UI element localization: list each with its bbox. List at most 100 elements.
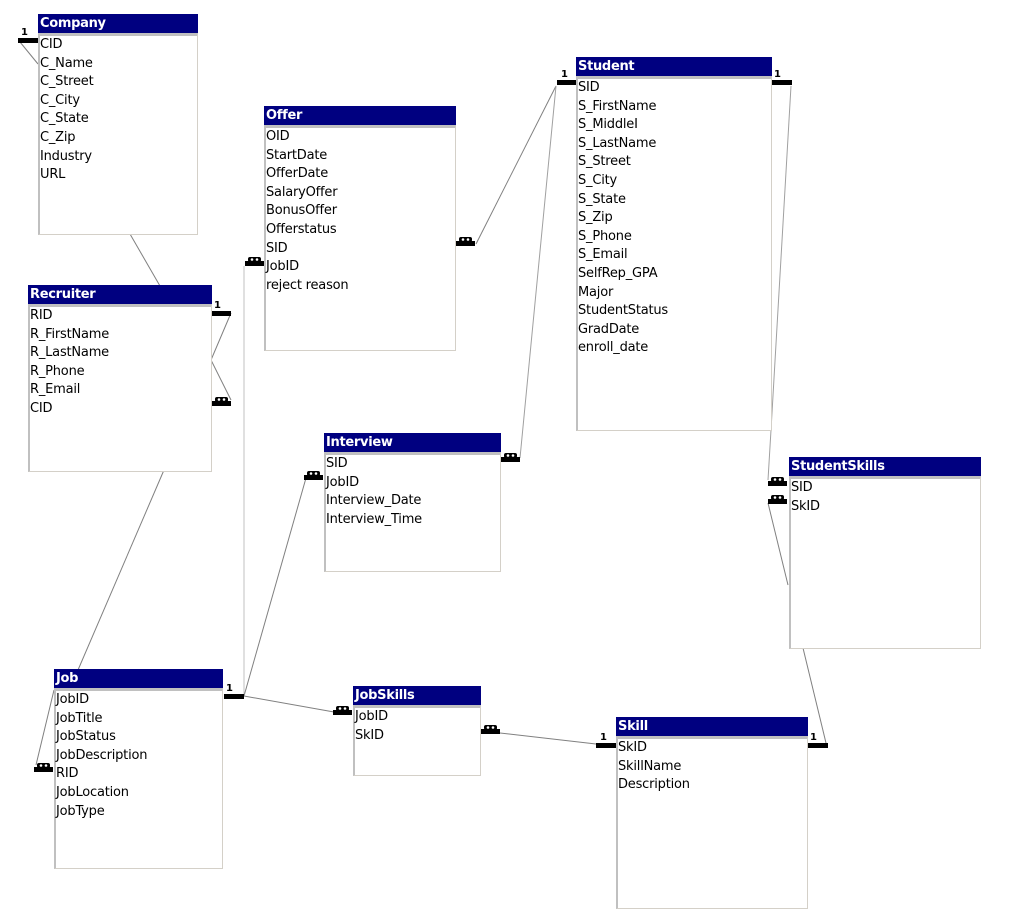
field-list[interactable]: SID S_FirstName S_MiddleI S_LastName S_Stree… [576, 76, 772, 431]
table-interview[interactable]: Interview SID JobID Interview_Date Interview… [324, 433, 501, 572]
field-row[interactable]: Interview_Time [326, 511, 500, 530]
field-list[interactable]: SkID SkillName Description [616, 736, 808, 909]
field-row[interactable]: RID [56, 765, 222, 784]
field-row[interactable]: S_State [578, 191, 771, 210]
one-label: 1 [600, 732, 607, 743]
rel-job-interview[interactable] [243, 477, 307, 697]
field-row[interactable]: S_Email [578, 246, 771, 265]
field-row[interactable]: S_City [578, 172, 771, 191]
table-title[interactable]: StudentSkills [789, 457, 981, 476]
field-list[interactable]: RID R_FirstName R_LastName R_Phone R_Email CI… [28, 304, 212, 472]
field-row[interactable]: SID [578, 79, 771, 98]
field-row[interactable]: GradDate [578, 321, 771, 340]
field-row[interactable]: R_Phone [30, 363, 211, 382]
field-row[interactable]: JobID [326, 474, 500, 493]
field-row[interactable]: S_LastName [578, 135, 771, 154]
table-studentskills[interactable]: StudentSkills SID SkID [789, 457, 981, 649]
field-row[interactable]: SID [266, 240, 455, 259]
one-bar [557, 80, 577, 85]
table-title[interactable]: Skill [616, 717, 808, 736]
field-row[interactable]: Interview_Date [326, 492, 500, 511]
table-student[interactable]: Student SID S_FirstName S_MiddleI S_LastName… [576, 57, 772, 431]
field-row[interactable]: SID [791, 479, 980, 498]
field-row[interactable]: JobID [266, 258, 455, 277]
field-list[interactable]: OID StartDate OfferDate SalaryOffer BonusOff… [264, 125, 456, 351]
field-row[interactable]: C_Name [40, 55, 197, 74]
field-row[interactable]: RID [30, 307, 211, 326]
one-label: 1 [561, 69, 568, 80]
field-row[interactable]: StartDate [266, 147, 455, 166]
field-row[interactable]: JobID [56, 691, 222, 710]
field-row[interactable]: BonusOffer [266, 202, 455, 221]
rel-offer-student[interactable] [475, 85, 557, 245]
infinity-icon [333, 706, 352, 715]
rel-company-recruiter[interactable] [19, 41, 39, 65]
field-row[interactable]: S_FirstName [578, 98, 771, 117]
field-row[interactable]: StudentStatus [578, 302, 771, 321]
field-row[interactable]: JobTitle [56, 710, 222, 729]
table-jobskills[interactable]: JobSkills JobID SkID [353, 686, 481, 776]
field-row[interactable]: S_Zip [578, 209, 771, 228]
rel-jobskills-skill[interactable] [499, 732, 597, 745]
field-row[interactable]: reject reason [266, 277, 455, 296]
table-title[interactable]: Student [576, 57, 772, 76]
rel-interview-student[interactable] [519, 85, 557, 459]
field-list[interactable]: SID JobID Interview_Date Interview_Time [324, 452, 501, 572]
field-row[interactable]: Industry [40, 148, 197, 167]
table-offer[interactable]: Offer OID StartDate OfferDate SalaryOffer Bon… [264, 106, 456, 351]
table-title[interactable]: Company [38, 14, 198, 33]
table-title[interactable]: Job [54, 669, 223, 688]
field-row[interactable]: C_Street [40, 73, 197, 92]
field-row[interactable]: CID [30, 400, 211, 419]
field-row[interactable]: S_Street [578, 153, 771, 172]
rel-recruiter-job[interactable] [77, 469, 165, 671]
table-title[interactable]: Interview [324, 433, 501, 452]
table-job[interactable]: Job JobID JobTitle JobStatus JobDescription R… [54, 669, 223, 869]
field-row[interactable]: OID [266, 128, 455, 147]
field-row[interactable]: JobID [355, 708, 480, 727]
field-row[interactable]: SkID [355, 727, 480, 746]
field-row[interactable]: JobStatus [56, 728, 222, 747]
one-label: 1 [774, 69, 781, 80]
field-row[interactable]: Offerstatus [266, 221, 455, 240]
field-row[interactable]: Description [618, 776, 807, 795]
field-row[interactable]: CID [40, 36, 197, 55]
field-list[interactable]: JobID SkID [353, 705, 481, 776]
field-list[interactable]: CID C_Name C_Street C_City C_State C_Zip Indus… [38, 33, 198, 235]
one-label: 1 [810, 732, 817, 743]
field-row[interactable]: R_Email [30, 381, 211, 400]
field-row[interactable]: S_Phone [578, 228, 771, 247]
table-title[interactable]: JobSkills [353, 686, 481, 705]
rel-company-recruiter-body[interactable] [129, 233, 161, 287]
field-row[interactable]: C_City [40, 92, 197, 111]
field-row[interactable]: SID [326, 455, 500, 474]
field-row[interactable]: OfferDate [266, 165, 455, 184]
rel-job-jobskills[interactable] [243, 695, 335, 713]
field-list[interactable]: JobID JobTitle JobStatus JobDescription RID J… [54, 688, 223, 869]
rel-recruiter-job-rid[interactable] [35, 689, 55, 766]
field-row[interactable]: SkID [618, 739, 807, 758]
field-row[interactable]: SkID [791, 498, 980, 517]
field-row[interactable]: S_MiddleI [578, 116, 771, 135]
field-row[interactable]: enroll_date [578, 339, 771, 358]
field-row[interactable]: Major [578, 284, 771, 303]
field-row[interactable]: JobDescription [56, 747, 222, 766]
table-skill[interactable]: Skill SkID SkillName Description [616, 717, 808, 909]
field-row[interactable]: JobType [56, 803, 222, 822]
field-row[interactable]: C_State [40, 110, 197, 129]
table-recruiter[interactable]: Recruiter RID R_FirstName R_LastName R_Phone… [28, 285, 212, 472]
field-row[interactable]: R_FirstName [30, 326, 211, 345]
field-row[interactable]: SkillName [618, 758, 807, 777]
field-row[interactable]: JobLocation [56, 784, 222, 803]
field-list[interactable]: SID SkID [789, 476, 981, 649]
table-title[interactable]: Offer [264, 106, 456, 125]
field-row[interactable]: SelfRep_GPA [578, 265, 771, 284]
field-row[interactable]: R_LastName [30, 344, 211, 363]
field-row[interactable]: URL [40, 166, 197, 185]
field-row[interactable]: SalaryOffer [266, 184, 455, 203]
rel-recruiter-right[interactable] [210, 312, 232, 401]
table-company[interactable]: Company CID C_Name C_Street C_City C_State C_Z… [38, 14, 198, 235]
table-title[interactable]: Recruiter [28, 285, 212, 304]
field-row[interactable]: C_Zip [40, 129, 197, 148]
rel-studentskills-skill-a[interactable] [767, 502, 789, 586]
